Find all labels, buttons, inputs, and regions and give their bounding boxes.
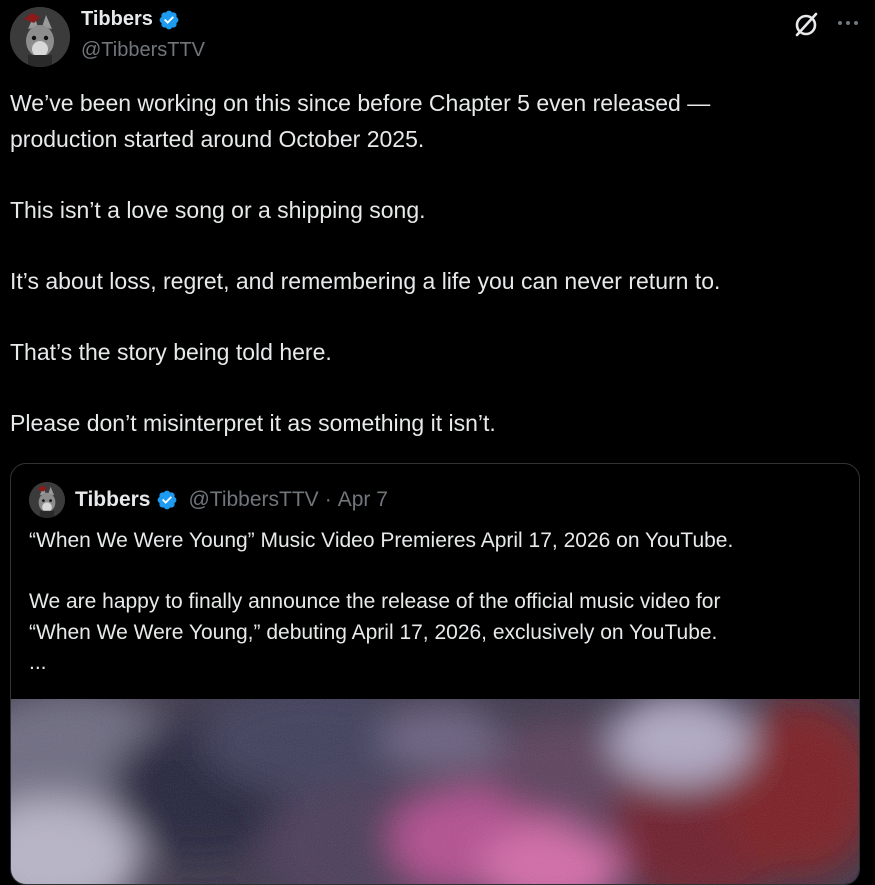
blurred-artwork-image xyxy=(11,699,859,884)
quoted-post-media[interactable] xyxy=(11,699,859,884)
quoted-post-header: Tibbers @TibbersTTV · Apr 7 xyxy=(29,482,388,518)
post-header: Tibbers @TibbersTTV xyxy=(10,4,875,68)
author-name[interactable]: Tibbers xyxy=(81,8,153,31)
quoted-post-date: Apr 7 xyxy=(337,488,388,511)
quoted-author-handle: @TibbersTTV xyxy=(188,488,319,511)
quoted-post-text: “When We Were Young” Music Video Premier… xyxy=(29,529,734,674)
author-name-row: Tibbers xyxy=(81,8,180,31)
wolf-avatar-icon xyxy=(10,7,70,67)
wolf-avatar-icon xyxy=(29,482,65,518)
meta-separator: · xyxy=(324,488,332,511)
quoted-author-name: Tibbers xyxy=(75,488,151,511)
verified-badge-icon xyxy=(158,490,177,510)
author-avatar[interactable] xyxy=(10,7,70,67)
author-handle[interactable]: @TibbersTTV xyxy=(81,39,205,62)
more-options-icon[interactable] xyxy=(835,10,861,36)
grok-icon[interactable] xyxy=(791,10,821,40)
quoted-post[interactable]: Tibbers @TibbersTTV · Apr 7 “When We Wer… xyxy=(10,463,860,885)
quoted-author-avatar xyxy=(29,482,65,518)
verified-badge-icon xyxy=(159,10,179,29)
post-text: We’ve been working on this since before … xyxy=(10,90,721,436)
